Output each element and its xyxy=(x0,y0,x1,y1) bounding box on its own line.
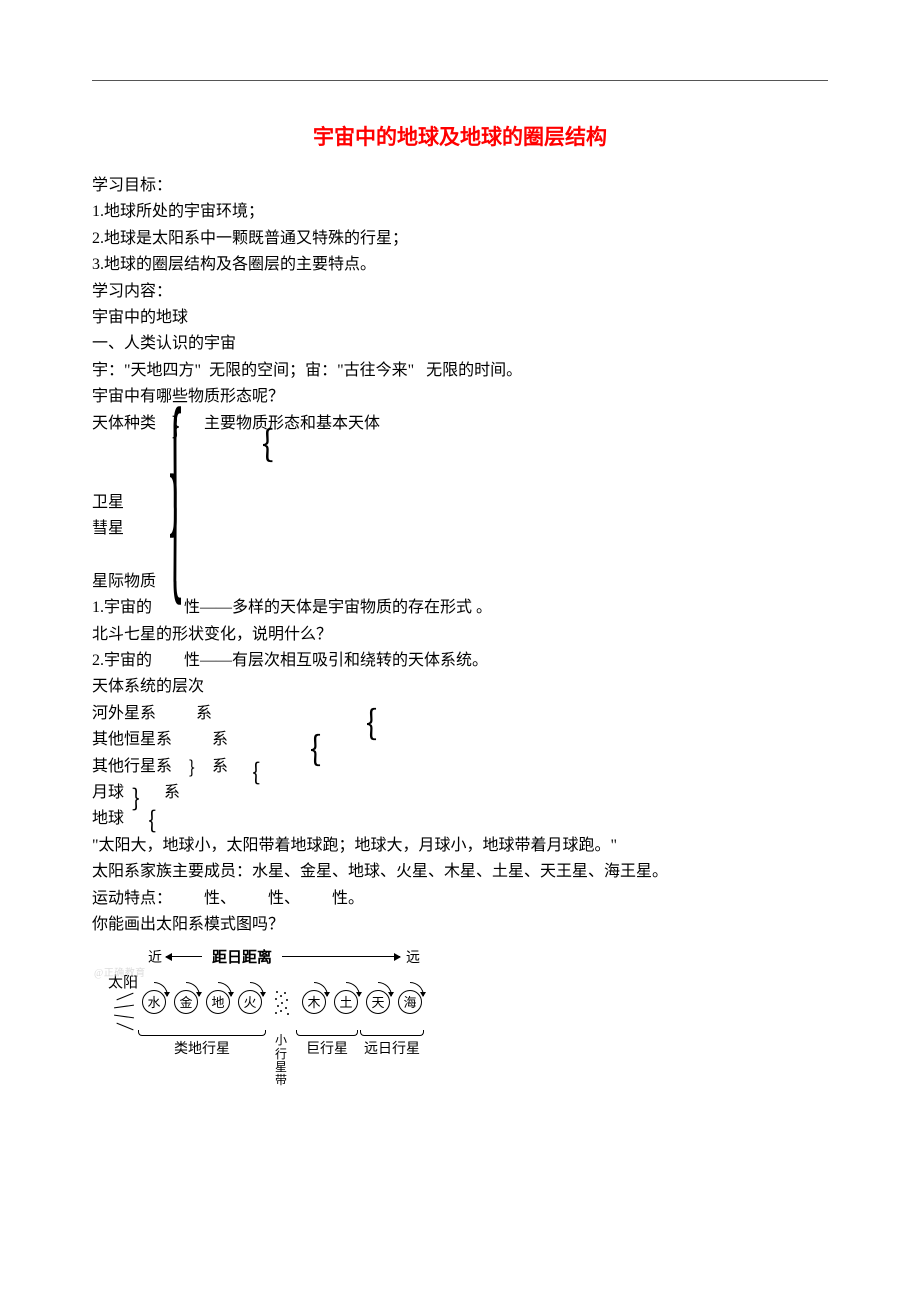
text-line xyxy=(92,542,828,568)
watermark: @正确教育 xyxy=(94,964,146,979)
group-outer: 远日行星 xyxy=(360,1032,424,1058)
far-label: 远 xyxy=(406,947,420,967)
brace-icon: ︸ xyxy=(130,809,154,833)
asteroid-belt xyxy=(268,989,296,1015)
text-line: 月球 系 xyxy=(92,780,828,806)
text-line: 3.地球的圈层结构及各圈层的主要特点。 xyxy=(92,252,828,278)
text-line: 彗星 xyxy=(92,516,828,542)
group-terrestrial: 类地行星 xyxy=(138,1032,266,1058)
text-line: 一、人类认识的宇宙 xyxy=(92,331,828,357)
sun-icon xyxy=(116,992,136,1032)
solar-system-figure: @正确教育 近 距日距离 远 太阳 水 金 地 火 xyxy=(86,946,516,1087)
text-line: 学习内容： xyxy=(92,279,828,305)
text-line: 其他恒星系 系 xyxy=(92,727,828,753)
text-line: 地球 xyxy=(92,806,828,832)
text-line: 星际物质 xyxy=(92,569,828,595)
brace-icon: ︷ xyxy=(130,787,154,811)
text-line: 2.地球是太阳系中一颗既普通又特殊的行星； xyxy=(92,226,828,252)
planet-mercury: 水 xyxy=(142,990,166,1014)
planet-neptune: 海 xyxy=(398,990,422,1014)
group-giant: 巨行星 xyxy=(296,1032,358,1058)
brace-icon: ︷ xyxy=(188,759,206,777)
arrow-left-icon xyxy=(166,956,202,957)
text-line: 运动特点： 性、 性、 性。 xyxy=(92,886,828,912)
text-line: 太阳系家族主要成员：水星、金星、地球、火星、木星、土星、天王星、海王星。 xyxy=(92,859,828,885)
text-line: 1.宇宙的 性——多样的天体是宇宙物质的存在形式 。 xyxy=(92,595,828,621)
text-line: 学习目标： xyxy=(92,173,828,199)
text-line: 天体种类 主要物质形态和基本天体 xyxy=(92,411,828,437)
near-label: 近 xyxy=(148,947,162,967)
distance-label: 距日距离 xyxy=(212,946,272,967)
planet-jupiter: 木 xyxy=(302,990,326,1014)
page-title: 宇宙中的地球及地球的圈层结构 xyxy=(92,121,828,151)
text-line xyxy=(92,437,828,463)
text-line: 宇："天地四方" 无限的空间；宙："古往今来" 无限的时间。 xyxy=(92,358,828,384)
text-line: 你能画出太阳系模式图吗？ xyxy=(92,912,828,938)
asteroid-label: 小行星带 xyxy=(266,1034,296,1087)
brace-icon: ︸ xyxy=(284,733,318,767)
text-line: 北斗七星的形状变化，说明什么？ xyxy=(92,622,828,648)
planet-uranus: 天 xyxy=(366,990,390,1014)
text-line: "太阳大，地球小，太阳带着地球跑；地球大，月球小，地球带着月球跑。" xyxy=(92,833,828,859)
planet-venus: 金 xyxy=(174,990,198,1014)
text-line: 宇宙中有哪些物质形态呢？ xyxy=(92,384,828,410)
brace-icon: ︸ xyxy=(236,427,272,463)
planet-mars: 火 xyxy=(238,990,262,1014)
brace-icon: ⎱ xyxy=(154,482,196,616)
text-line: 1.地球所处的宇宙环境； xyxy=(92,199,828,225)
top-rule xyxy=(92,80,828,81)
brace-icon: ︸ xyxy=(340,707,374,741)
arrow-right-icon xyxy=(282,956,400,957)
text-line: 卫星 xyxy=(92,490,828,516)
text-line: 河外星系 系 xyxy=(92,701,828,727)
text-line: 宇宙中的地球 xyxy=(92,305,828,331)
planet-earth: 地 xyxy=(206,990,230,1014)
text-line xyxy=(92,463,828,489)
brace-icon: ︸ xyxy=(234,761,258,785)
text-line: 2.宇宙的 性——有层次相互吸引和绕转的天体系统。 xyxy=(92,648,828,674)
planet-saturn: 土 xyxy=(334,990,358,1014)
text-line: 天体系统的层次 xyxy=(92,674,828,700)
